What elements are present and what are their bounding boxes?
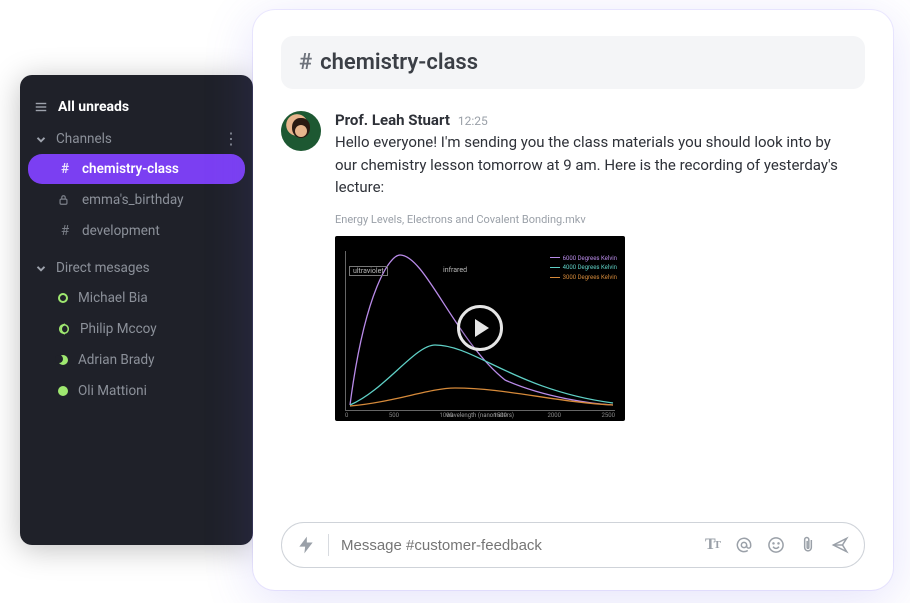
sidebar-item-chemistry-class[interactable]: # chemistry-class — [28, 154, 245, 184]
video-legend: 6000 Degrees Kelvin 4000 Degrees Kelvin … — [550, 254, 617, 283]
message-input[interactable] — [341, 537, 690, 554]
send-icon[interactable] — [830, 535, 850, 555]
avatar[interactable] — [281, 111, 321, 151]
message-text: Hello everyone! I'm sending you the clas… — [335, 131, 855, 199]
presence-moon-icon — [58, 355, 68, 365]
dm-item-michael[interactable]: Michael Bia — [28, 283, 245, 313]
message: Prof. Leah Stuart 12:25 Hello everyone! … — [281, 111, 865, 508]
chevron-down-icon — [34, 132, 48, 146]
channels-section-label: Channels — [56, 131, 112, 147]
presence-ring-icon — [58, 293, 68, 303]
all-unreads-label: All unreads — [58, 99, 129, 115]
chat-panel: # chemistry-class Prof. Leah Stuart 12:2… — [253, 10, 893, 590]
emoji-icon[interactable] — [766, 535, 786, 555]
sidebar-item-label: development — [82, 223, 160, 239]
message-composer: TT — [281, 522, 865, 568]
hash-icon: # — [299, 50, 312, 75]
attachment-icon[interactable] — [798, 535, 818, 555]
lock-icon — [58, 194, 72, 206]
message-author[interactable]: Prof. Leah Stuart — [335, 111, 450, 129]
chevron-down-icon — [34, 261, 48, 275]
more-icon[interactable]: ⋮ — [223, 131, 239, 147]
divider — [328, 534, 329, 556]
sidebar-item-emmas-birthday[interactable]: emma's_birthday — [28, 185, 245, 215]
presence-away-icon — [58, 323, 70, 335]
dm-item-label: Michael Bia — [78, 290, 148, 306]
play-button[interactable] — [457, 305, 503, 351]
dms-section-header[interactable]: Direct mesages — [20, 254, 253, 282]
channels-section-header[interactable]: Channels ⋮ — [20, 125, 253, 153]
presence-online-icon — [58, 386, 68, 396]
attachment-filename: Energy Levels, Electrons and Covalent Bo… — [335, 213, 865, 226]
video-label-uv: ultraviolet — [349, 266, 388, 276]
channel-header[interactable]: # chemistry-class — [281, 36, 865, 89]
hash-icon: # — [58, 223, 72, 239]
dms-section-label: Direct mesages — [56, 260, 150, 276]
sidebar-item-label: chemistry-class — [82, 161, 179, 177]
sidebar-item-label: emma's_birthday — [82, 192, 184, 208]
video-attachment[interactable]: ultraviolet infrared 6000 Degrees Kelvin… — [335, 236, 625, 421]
message-body: Prof. Leah Stuart 12:25 Hello everyone! … — [335, 111, 865, 508]
dm-item-oli[interactable]: Oli Mattioni — [28, 376, 245, 406]
sidebar: All unreads Channels ⋮ # chemistry-class… — [20, 75, 253, 545]
channel-name: chemistry-class — [320, 50, 478, 75]
menu-icon — [34, 100, 48, 114]
message-time: 12:25 — [458, 114, 488, 128]
video-label-ir: infrared — [443, 266, 467, 274]
all-unreads-header[interactable]: All unreads — [20, 93, 253, 125]
video-x-axis-label: wavelength (nanometers) — [335, 412, 625, 419]
dm-item-label: Oli Mattioni — [78, 383, 147, 399]
dm-item-philip[interactable]: Philip Mccoy — [28, 314, 245, 344]
mention-icon[interactable] — [734, 535, 754, 555]
dm-item-label: Adrian Brady — [78, 352, 155, 368]
formatting-icon[interactable]: TT — [702, 535, 722, 555]
legend-item: 3000 Degrees Kelvin — [550, 273, 617, 283]
legend-item: 4000 Degrees Kelvin — [550, 263, 617, 273]
hash-icon: # — [58, 161, 72, 177]
sidebar-item-development[interactable]: # development — [28, 216, 245, 246]
legend-item: 6000 Degrees Kelvin — [550, 254, 617, 264]
dm-item-label: Philip Mccoy — [80, 321, 157, 337]
lightning-icon[interactable] — [296, 535, 316, 555]
dm-item-adrian[interactable]: Adrian Brady — [28, 345, 245, 375]
